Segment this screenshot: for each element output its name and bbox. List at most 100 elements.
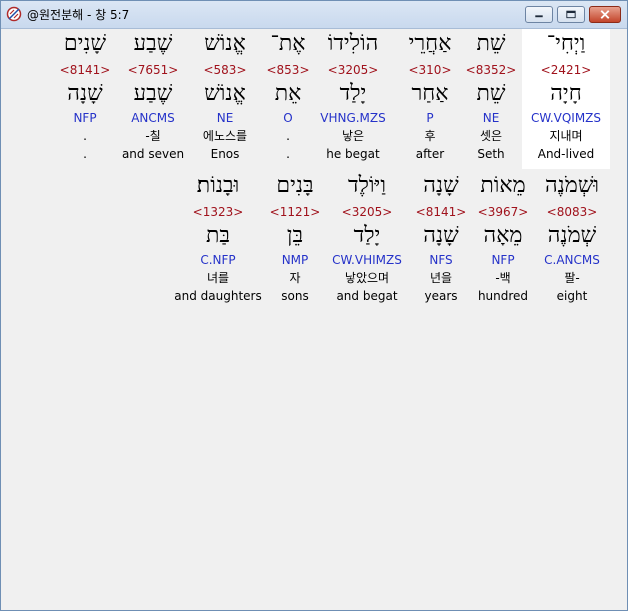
word-card[interactable]: אַחֲרֵי <310> אַחַר P 후 after xyxy=(390,29,470,169)
strong-number[interactable]: <853> xyxy=(257,63,319,77)
korean-gloss: 지내며 xyxy=(549,129,583,143)
morphology-code: CW.VHIMZS xyxy=(332,253,402,267)
korean-gloss: -백 xyxy=(495,271,511,285)
hebrew-word: וַיְחִי־ xyxy=(546,31,586,56)
hebrew-lemma: יָלַד xyxy=(353,223,381,248)
hebrew-lemma: שְׁמֹנֶה xyxy=(547,223,597,248)
hebrew-word: אֶת־ xyxy=(270,31,306,56)
word-card[interactable]: וּשְׁמֹנֶה <8083> שְׁמֹנֶה C.ANCMS 팔- ei… xyxy=(534,171,610,311)
korean-gloss: 낳았으며 xyxy=(344,271,390,285)
minimize-button[interactable] xyxy=(525,6,553,23)
korean-gloss: 녀를 xyxy=(206,271,230,285)
morphology-code: C.NFP xyxy=(200,253,236,267)
morphology-code: CW.VQIMZS xyxy=(530,111,602,125)
korean-gloss: 에노스를 xyxy=(202,129,248,143)
english-gloss: after xyxy=(415,147,445,161)
hebrew-lemma: בַּת xyxy=(205,223,231,248)
hebrew-lemma: שָׁנָה xyxy=(423,223,459,248)
hebrew-word: אַחֲרֵי xyxy=(408,31,452,56)
english-gloss: . xyxy=(83,147,87,161)
maximize-button[interactable] xyxy=(557,6,585,23)
morphology-code: NMP xyxy=(281,253,309,267)
word-card[interactable]: שֶׁבַע <7651> שֶׁבַע ANCMS -칠 and seven xyxy=(116,29,190,169)
korean-gloss: -칠 xyxy=(145,129,161,143)
word-card[interactable]: אֶת־ <853> אֵת O . . xyxy=(257,29,319,169)
english-gloss: years xyxy=(424,289,458,303)
close-button[interactable] xyxy=(589,6,621,23)
hebrew-word: וַיּוֹלֶד xyxy=(348,173,386,198)
english-gloss: Enos xyxy=(210,147,240,161)
morphology-code: VHNG.MZS xyxy=(320,111,386,125)
strong-number[interactable]: <8141> xyxy=(410,205,472,219)
hebrew-lemma: חָיָה xyxy=(550,81,582,106)
korean-gloss: 낳은 xyxy=(341,129,365,143)
verse-analysis: וַיְחִי־ <2421> חָיָה CW.VQIMZS 지내며 And-… xyxy=(6,29,623,605)
word-card[interactable]: וַיּוֹלֶד <3205> יָלַד CW.VHIMZS 낳았으며 an… xyxy=(324,171,410,311)
title-bar[interactable]: @원전분해 - 창 5:7 xyxy=(1,1,627,29)
hebrew-word: שָׁנִים xyxy=(63,31,107,56)
strong-number[interactable]: <1121> xyxy=(264,205,326,219)
hebrew-lemma: שָׁנָה xyxy=(67,81,103,106)
app-window: @원전분해 - 창 5:7 וַיְחִי־ <2421> חָיָה CW.V… xyxy=(0,0,628,611)
app-logo-icon xyxy=(6,6,22,22)
morphology-code: ANCMS xyxy=(131,111,175,125)
word-card[interactable]: הוֹלִידוֹ <3205> יָלַד VHNG.MZS 낳은 he be… xyxy=(308,29,398,169)
strong-number[interactable]: <3967> xyxy=(472,205,534,219)
strong-number[interactable]: <1323> xyxy=(172,205,264,219)
hebrew-word: בָּנִים xyxy=(276,173,314,198)
close-icon xyxy=(600,10,610,19)
morphology-code: NFS xyxy=(429,253,453,267)
hebrew-lemma: אֵת xyxy=(274,81,302,106)
word-card[interactable]: וַיְחִי־ <2421> חָיָה CW.VQIMZS 지내며 And-… xyxy=(522,29,610,169)
word-card[interactable]: שָׁנָה <8141> שָׁנָה NFS 년을 years xyxy=(410,171,472,311)
morphology-code: NE xyxy=(216,111,234,125)
strong-number[interactable]: <8141> xyxy=(54,63,116,77)
english-gloss: and begat xyxy=(336,289,398,303)
morphology-code: NFP xyxy=(73,111,97,125)
hebrew-word: הוֹלִידוֹ xyxy=(327,31,379,56)
english-gloss: eight xyxy=(556,289,588,303)
morphology-code: NFP xyxy=(491,253,515,267)
strong-number[interactable]: <8083> xyxy=(534,205,610,219)
english-gloss: and seven xyxy=(121,147,185,161)
maximize-icon xyxy=(566,10,576,19)
strong-number[interactable]: <310> xyxy=(390,63,470,77)
word-card[interactable]: בָּנִים <1121> בֵּן NMP 자 sons xyxy=(264,171,326,311)
word-card[interactable]: שָׁנִים <8141> שָׁנָה NFP . . xyxy=(54,29,116,169)
morphology-code: C.ANCMS xyxy=(544,253,600,267)
hebrew-lemma: אֱנוֹשׁ xyxy=(204,81,246,106)
korean-gloss: . xyxy=(286,129,290,143)
hebrew-lemma: בֵּן xyxy=(286,223,304,248)
hebrew-word: מֵאוֹת xyxy=(480,173,526,198)
content-area: וַיְחִי־ <2421> חָיָה CW.VQIMZS 지내며 And-… xyxy=(6,29,623,605)
strong-number[interactable]: <2421> xyxy=(522,63,610,77)
korean-gloss: 자 xyxy=(289,271,301,285)
word-card[interactable]: מֵאוֹת <3967> מֵאָה NFP -백 hundred xyxy=(472,171,534,311)
word-card[interactable]: אֱנוֹשׁ <583> אֱנוֹשׁ NE 에노스를 Enos xyxy=(188,29,262,169)
korean-gloss: 후 xyxy=(424,129,436,143)
hebrew-lemma: מֵאָה xyxy=(483,223,523,248)
hebrew-lemma: אַחַר xyxy=(411,81,449,106)
window-title: @원전분해 - 창 5:7 xyxy=(27,8,130,22)
word-card[interactable]: וּבָנוֹת׃ <1323> בַּת C.NFP 녀를 and daugh… xyxy=(172,171,264,311)
english-gloss: and daughters xyxy=(174,289,262,303)
minimize-icon xyxy=(535,15,543,18)
hebrew-lemma: יָלַד xyxy=(339,81,367,106)
morphology-code: P xyxy=(426,111,434,125)
morphology-code: O xyxy=(283,111,293,125)
hebrew-word: אֱנוֹשׁ xyxy=(204,31,246,56)
english-gloss: hundred xyxy=(477,289,529,303)
korean-gloss: 년을 xyxy=(429,271,453,285)
english-gloss: And-lived xyxy=(537,147,595,161)
hebrew-word: וּבָנוֹת׃ xyxy=(196,173,240,198)
korean-gloss: 팔- xyxy=(564,271,580,285)
english-gloss: he begat xyxy=(326,147,380,161)
strong-number[interactable]: <3205> xyxy=(324,205,410,219)
hebrew-word: שָׁנָה xyxy=(423,173,459,198)
korean-gloss: . xyxy=(83,129,87,143)
strong-number[interactable]: <3205> xyxy=(308,63,398,77)
strong-number[interactable]: <583> xyxy=(188,63,262,77)
english-gloss: sons xyxy=(281,289,309,303)
strong-number[interactable]: <7651> xyxy=(116,63,190,77)
hebrew-word: וּשְׁמֹנֶה xyxy=(544,173,600,198)
